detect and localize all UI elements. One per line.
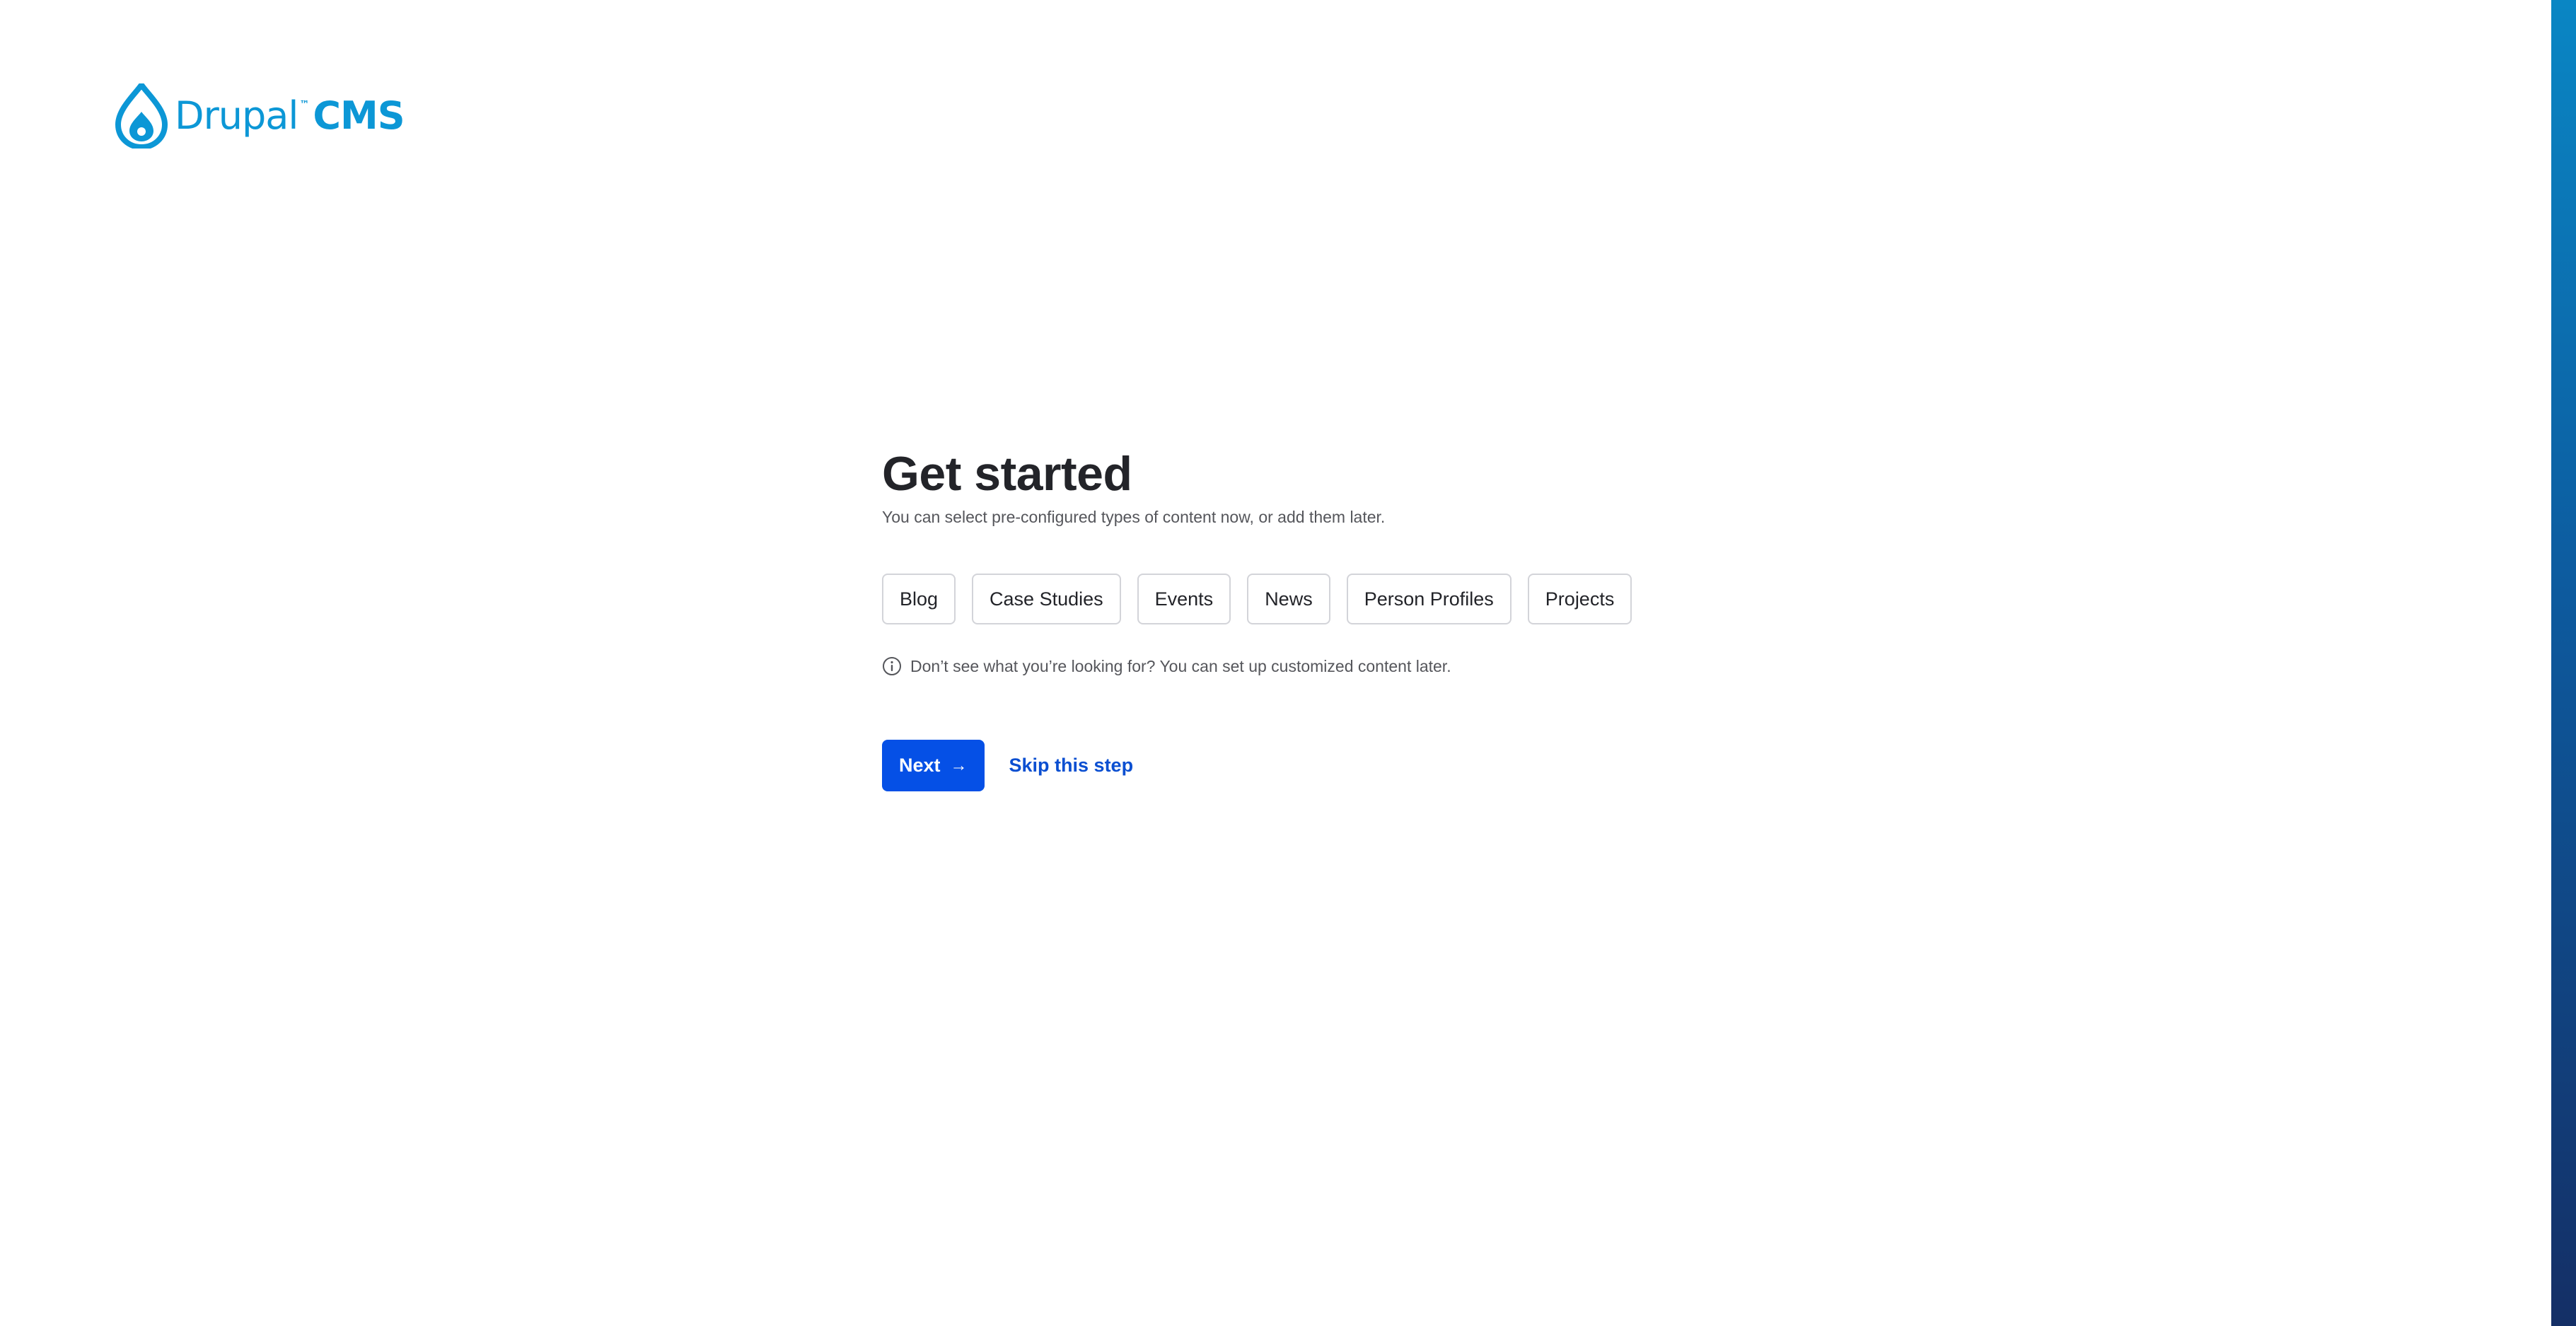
logo-trademark: ™ <box>299 99 309 110</box>
hint-message: Don’t see what you’re looking for? You c… <box>882 656 1451 676</box>
skip-step-link[interactable]: Skip this step <box>1009 755 1134 777</box>
page-subtitle: You can select pre-configured types of c… <box>882 508 1386 526</box>
logo-name: Drupal <box>175 93 298 138</box>
drupal-drop-icon <box>115 83 168 149</box>
logo-wordmark: Drupal ™ CMS <box>175 97 405 135</box>
hint-text: Don’t see what you’re looking for? You c… <box>910 656 1451 675</box>
arrow-right-icon: → <box>950 755 968 775</box>
next-button-label: Next <box>899 755 941 776</box>
content-type-case-studies[interactable]: Case Studies <box>972 574 1121 624</box>
content-type-news[interactable]: News <box>1247 574 1330 624</box>
next-button[interactable]: Next → <box>882 740 985 791</box>
info-icon <box>883 657 901 675</box>
content-type-projects[interactable]: Projects <box>1527 574 1632 624</box>
page-title: Get started <box>882 447 1132 501</box>
content-type-blog[interactable]: Blog <box>882 574 956 624</box>
installer-page: Drupal ™ CMS Get started You can select pr… <box>0 0 2576 1326</box>
content-type-events[interactable]: Events <box>1137 574 1231 624</box>
content-type-options: Blog Case Studies Events News Person Pro… <box>882 574 1632 624</box>
logo-product: CMS <box>313 93 405 138</box>
content-type-person-profiles[interactable]: Person Profiles <box>1346 574 1512 624</box>
decorative-gradient-strip <box>2551 0 2576 1326</box>
get-started-panel: Get started You can select pre-configure… <box>882 447 1731 791</box>
drupal-cms-logo: Drupal ™ CMS <box>115 83 405 149</box>
step-actions: Next → Skip this step <box>882 740 1133 791</box>
